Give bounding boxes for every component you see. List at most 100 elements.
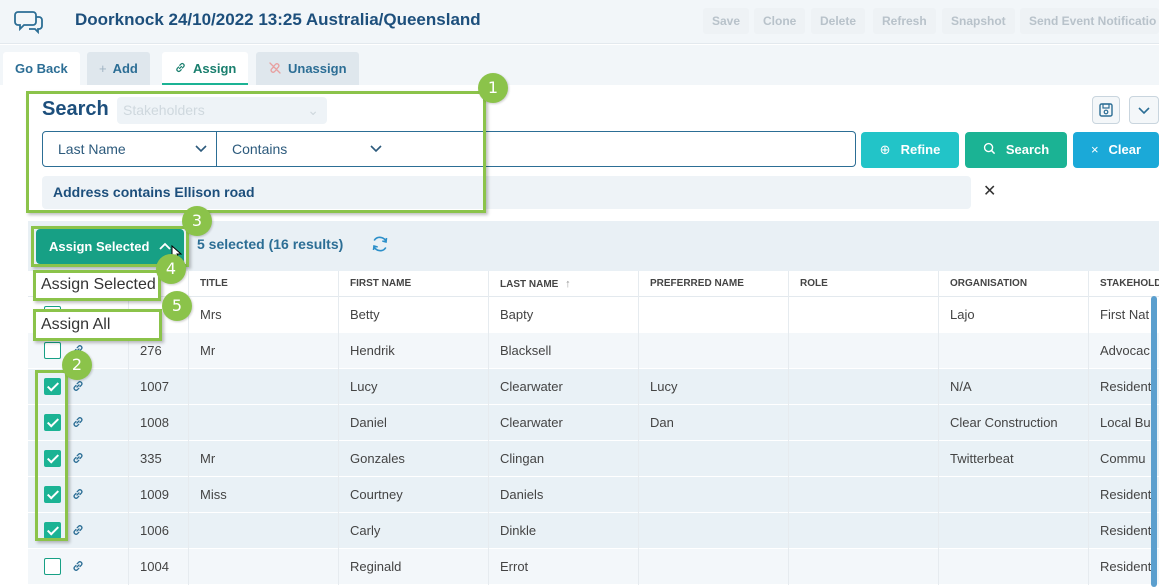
plus-icon: +	[99, 61, 107, 76]
cell-first-name: Gonzales	[338, 441, 488, 477]
row-checkbox[interactable]	[44, 378, 61, 395]
remove-filter-icon[interactable]: ✕	[983, 181, 996, 201]
tab-add[interactable]: + Add	[87, 52, 150, 85]
send-event-notification-button[interactable]: Send Event Notificatio	[1020, 8, 1159, 34]
column-header-stakeholder[interactable]: STAKEHOLD	[1088, 271, 1159, 297]
link-icon[interactable]	[71, 559, 85, 573]
cell-id: 1004	[128, 549, 188, 585]
cell-preferred-name: Lucy	[638, 369, 788, 405]
cell-first-name: Betty	[338, 297, 488, 333]
cell-preferred-name	[638, 333, 788, 369]
cell-preferred-name	[638, 297, 788, 333]
table-row[interactable]: 1009 Miss Courtney Daniels Resident	[28, 477, 1159, 513]
cell-title: Mr	[188, 441, 338, 477]
link-icon[interactable]	[71, 379, 85, 393]
cell-first-name: Lucy	[338, 369, 488, 405]
row-checkbox[interactable]	[44, 342, 61, 359]
cell-preferred-name: Dan	[638, 405, 788, 441]
vertical-scrollbar[interactable]	[1151, 296, 1157, 587]
clone-button[interactable]: Clone	[754, 8, 806, 34]
search-input[interactable]	[391, 131, 856, 167]
table-row[interactable]: Mrs Betty Bapty Lajo First Nat	[28, 297, 1159, 333]
clear-button[interactable]: × Clear	[1073, 132, 1159, 168]
table-row[interactable]: 276 Mr Hendrik Blacksell Advocac	[28, 333, 1159, 369]
cell-organisation: Twitterbeat	[938, 441, 1088, 477]
row-checkbox[interactable]	[44, 558, 61, 575]
link-icon	[176, 63, 185, 72]
search-title: Search	[42, 98, 109, 120]
cell-stakeholder-type: Resident	[1088, 369, 1159, 405]
cell-first-name: Reginald	[338, 549, 488, 585]
annotation-badge: 4	[156, 254, 186, 284]
table-row[interactable]: 1007 Lucy Clearwater Lucy N/A Resident	[28, 369, 1159, 405]
cell-organisation: N/A	[938, 369, 1088, 405]
row-checkbox[interactable]	[44, 450, 61, 467]
cell-role	[788, 297, 938, 333]
cell-organisation: Clear Construction	[938, 405, 1088, 441]
row-checkbox[interactable]	[44, 486, 61, 503]
cell-last-name: Daniels	[488, 477, 638, 513]
table-row[interactable]: 1006 Carly Dinkle Resident	[28, 513, 1159, 549]
search-button[interactable]: Search	[965, 132, 1067, 168]
cell-last-name: Clearwater	[488, 405, 638, 441]
field-select[interactable]: Last Name	[42, 131, 217, 167]
operator-select[interactable]: Contains	[216, 131, 392, 167]
cell-id: 1009	[128, 477, 188, 513]
tab-go-back[interactable]: Go Back	[3, 52, 80, 85]
cell-title: Miss	[188, 477, 338, 513]
table-row[interactable]: 1004 Reginald Errot Resident	[28, 549, 1159, 585]
table-row[interactable]: 335 Mr Gonzales Clingan Twitterbeat Commu	[28, 441, 1159, 477]
annotation-badge: 2	[62, 350, 92, 380]
link-icon[interactable]	[71, 487, 85, 501]
page-title: Doorknock 24/10/2022 13:25 Australia/Que…	[75, 10, 481, 29]
cell-preferred-name	[638, 441, 788, 477]
zoom-in-icon: ⊕	[879, 142, 891, 157]
column-header-first-name[interactable]: FIRST NAME	[338, 271, 488, 297]
cell-stakeholder-type: Resident	[1088, 477, 1159, 513]
row-checkbox[interactable]	[44, 522, 61, 539]
refine-label: Refine	[900, 142, 941, 157]
cell-stakeholder-type: Local Bu	[1088, 405, 1159, 441]
cell-id: 335	[128, 441, 188, 477]
column-header-preferred-name[interactable]: PREFERRED NAME	[638, 271, 788, 297]
collapse-search-button[interactable]	[1129, 96, 1159, 124]
cell-role	[788, 441, 938, 477]
save-search-button[interactable]	[1092, 96, 1120, 124]
close-icon: ×	[1090, 142, 1099, 157]
link-icon[interactable]	[71, 451, 85, 465]
chevron-down-icon	[1138, 107, 1150, 115]
row-checkbox[interactable]	[44, 414, 61, 431]
cell-stakeholder-type: Resident	[1088, 513, 1159, 549]
cell-title: Mr	[188, 333, 338, 369]
tab-label: Assign	[193, 61, 237, 76]
link-icon[interactable]	[71, 415, 85, 429]
delete-button[interactable]: Delete	[811, 8, 866, 34]
menu-item-assign-selected[interactable]: Assign Selected	[36, 272, 159, 299]
refresh-button[interactable]: Refresh	[873, 8, 936, 34]
column-header-organisation[interactable]: ORGANISATION	[938, 271, 1088, 297]
column-header-role[interactable]: ROLE	[788, 271, 938, 297]
refresh-icon[interactable]	[370, 234, 390, 254]
column-header-title[interactable]: TITLE	[188, 271, 338, 297]
search-type-select[interactable]: Stakeholders ⌄	[117, 97, 327, 124]
save-button[interactable]: Save	[703, 8, 750, 34]
menu-item-assign-all[interactable]: Assign All	[36, 312, 160, 339]
cell-last-name: Clingan	[488, 441, 638, 477]
cell-title	[188, 513, 338, 549]
tab-unassign[interactable]: Unassign	[256, 52, 359, 85]
link-icon[interactable]	[71, 523, 85, 537]
cell-stakeholder-type: Advocac	[1088, 333, 1159, 369]
cell-preferred-name	[638, 513, 788, 549]
cell-organisation	[938, 513, 1088, 549]
column-header-last-name[interactable]: LAST NAME ↑	[488, 271, 638, 297]
unlink-icon	[269, 62, 281, 74]
cell-role	[788, 549, 938, 585]
refine-button[interactable]: ⊕ Refine	[861, 132, 959, 168]
table-row[interactable]: 1008 Daniel Clearwater Dan Clear Constructio…	[28, 405, 1159, 441]
cell-first-name: Daniel	[338, 405, 488, 441]
snapshot-button[interactable]: Snapshot	[942, 8, 1015, 34]
tab-assign[interactable]: Assign	[162, 52, 249, 85]
cell-stakeholder-type: First Nat	[1088, 297, 1159, 333]
cell-id: 1007	[128, 369, 188, 405]
tab-label: Add	[112, 61, 138, 76]
